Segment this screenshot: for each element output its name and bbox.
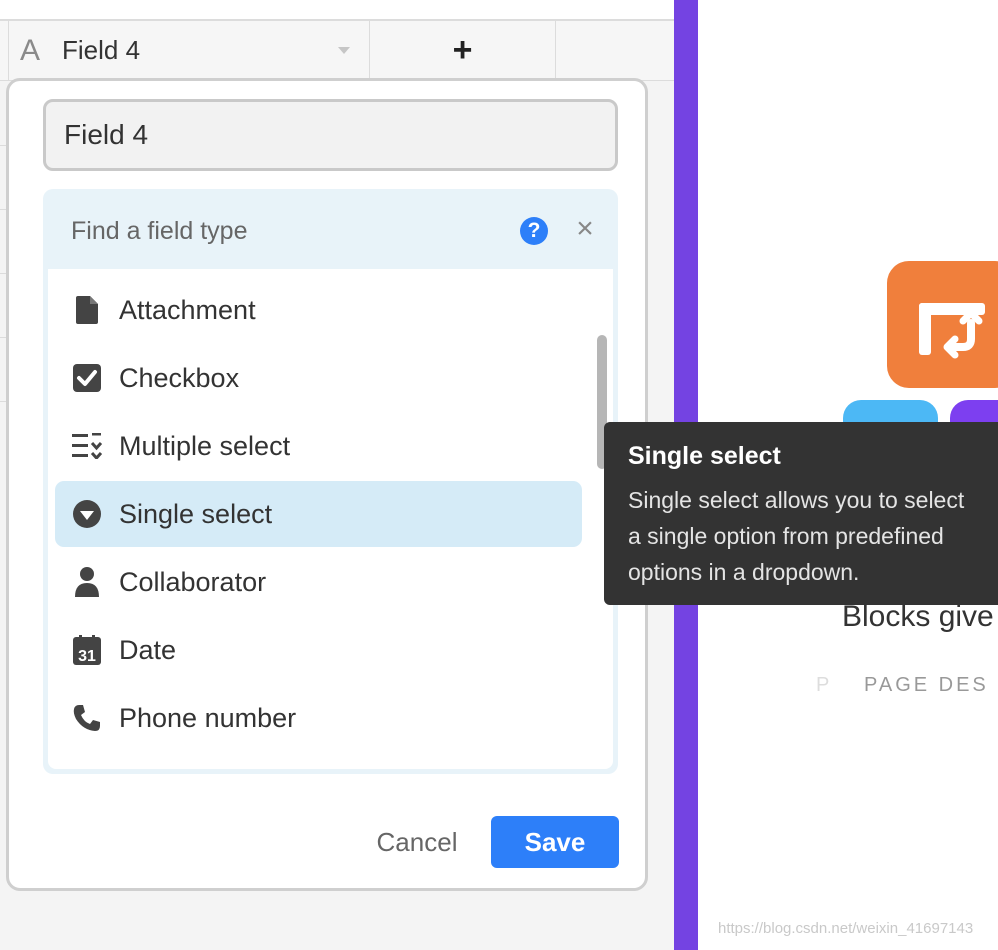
field-type-search[interactable]: Find a field type ? × [43, 189, 618, 269]
field-type-collaborator[interactable]: Collaborator [55, 549, 582, 615]
field-type-list: Attachment Checkbox Multiple select Sing… [48, 269, 613, 769]
field-type-checkbox[interactable]: Checkbox [55, 345, 582, 411]
field-type-label: Checkbox [119, 362, 240, 393]
checkbox-icon [55, 364, 119, 392]
tooltip-line: Single select allows you to select [628, 487, 965, 513]
tooltip-line: a single option from predefined [628, 523, 944, 549]
blocks-heading: Blocks give [842, 600, 994, 633]
save-button[interactable]: Save [491, 816, 619, 868]
field-type-label: Phone number [119, 702, 297, 733]
field-type-phone-number[interactable]: Phone number [55, 685, 582, 751]
tooltip-description: Single select allows you to select a sin… [628, 482, 998, 590]
single-select-icon [55, 499, 119, 529]
field-type-label: Attachment [119, 294, 256, 325]
page-prefix: P [816, 674, 833, 696]
field-column-header[interactable]: A Field 4 [20, 21, 368, 80]
tooltip-line: options in a dropdown. [628, 559, 860, 585]
field-type-attachment[interactable]: Attachment [55, 277, 582, 343]
field-type-date[interactable]: 31 Date [55, 617, 582, 683]
chevron-down-icon[interactable] [338, 47, 350, 54]
blocks-orange-icon [887, 261, 998, 388]
user-icon [55, 567, 119, 597]
field-type-search-placeholder: Find a field type [71, 217, 248, 245]
field-type-label: Multiple select [119, 430, 291, 461]
calendar-icon: 31 [55, 635, 119, 665]
tooltip-title: Single select [628, 442, 781, 470]
field-config-dialog: Find a field type ? × Attachment Checkbo… [6, 78, 648, 891]
grid-top-row [0, 0, 674, 21]
field-type-multiple-select[interactable]: Multiple select [55, 413, 582, 479]
question-circle-icon[interactable]: ? [520, 217, 548, 245]
page-description-label: PAGE DES [864, 674, 989, 696]
field-type-tooltip: Single select Single select allows you t… [604, 422, 998, 605]
watermark: https://blog.csdn.net/weixin_41697143 [718, 920, 974, 937]
field-name-input[interactable] [43, 99, 618, 171]
column-separator [555, 21, 556, 80]
cancel-button[interactable]: Cancel [367, 816, 467, 868]
close-icon[interactable]: × [570, 211, 600, 245]
column-separator [8, 21, 9, 80]
text-field-icon: A [20, 33, 41, 67]
field-type-picker: Find a field type ? × Attachment Checkbo… [43, 189, 618, 774]
file-icon [55, 296, 119, 324]
multiple-select-icon [55, 433, 119, 459]
field-type-label: Single select [119, 498, 273, 529]
field-type-label: Date [119, 634, 177, 665]
phone-icon [55, 704, 119, 732]
add-field-button[interactable]: + [370, 21, 555, 80]
field-column-name: Field 4 [62, 35, 141, 65]
calendar-day-number: 31 [78, 648, 96, 665]
field-type-single-select[interactable]: Single select [55, 481, 582, 547]
field-type-label: Collaborator [119, 566, 267, 597]
